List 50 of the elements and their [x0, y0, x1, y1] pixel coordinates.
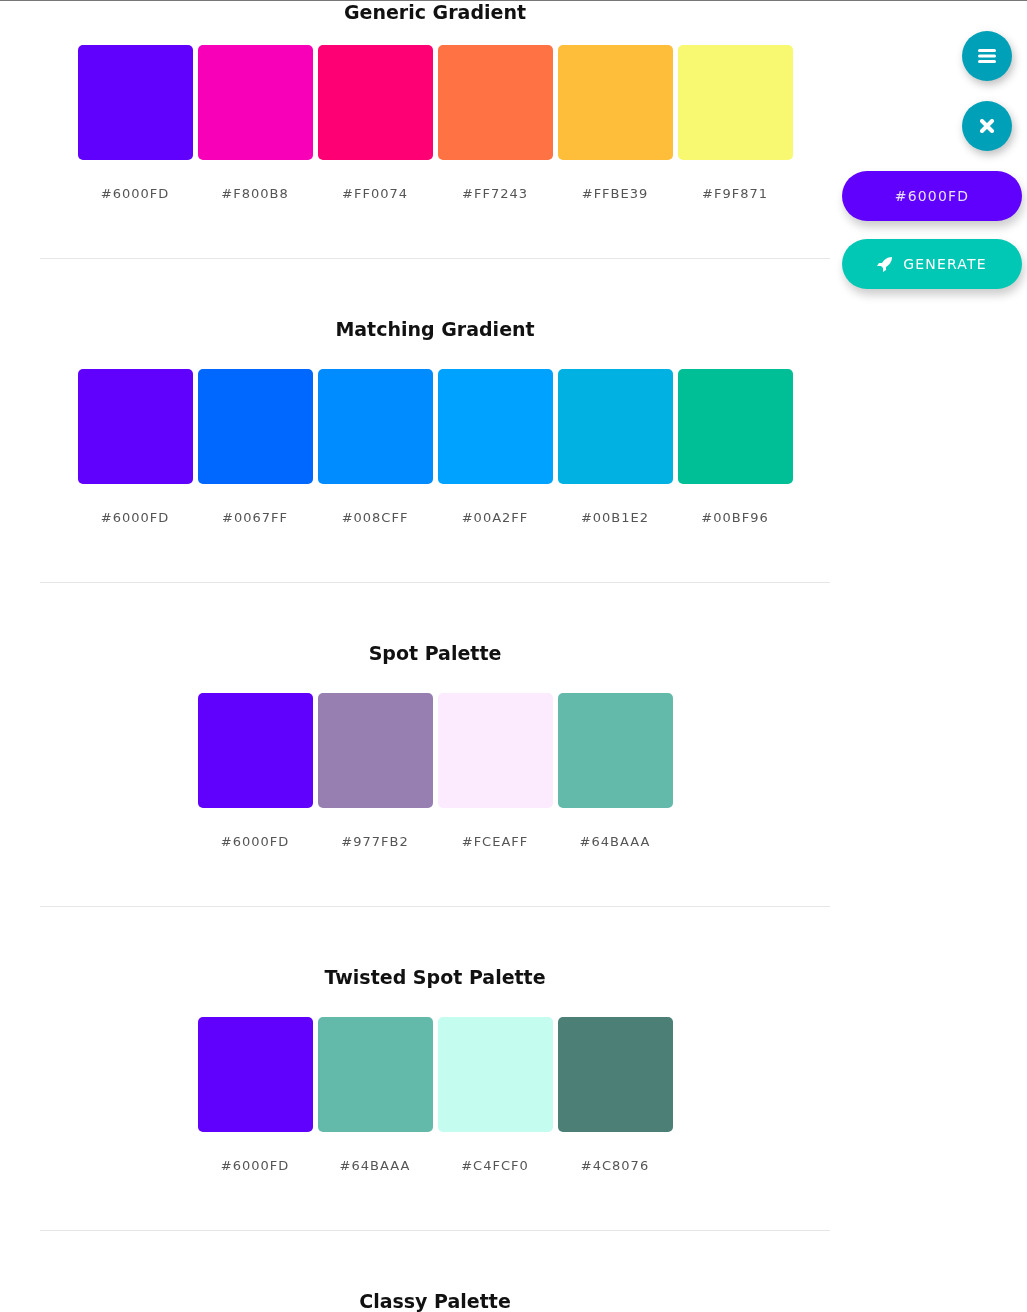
color-code: #FF0074 [342, 186, 408, 202]
color-code: #00BF96 [701, 510, 769, 526]
color-code: #64BAAA [579, 834, 651, 850]
section-title: Matching Gradient [335, 317, 535, 341]
rocket-icon [877, 256, 894, 272]
color-code: #FF7243 [462, 186, 528, 202]
color-code: #6000FD [100, 510, 170, 526]
color-code: #6000FD [220, 834, 290, 850]
color-swatch[interactable] [317, 45, 433, 160]
color-code: #FFBE39 [581, 186, 649, 202]
color-swatch[interactable] [557, 693, 673, 808]
color-swatch[interactable] [557, 45, 673, 160]
close-button[interactable] [962, 101, 1012, 151]
color-swatch[interactable] [197, 45, 313, 160]
color-code: #6000FD [220, 1158, 290, 1174]
color-swatch[interactable] [557, 1017, 673, 1132]
color-code: #977FB2 [341, 834, 409, 850]
color-code: #00A2FF [461, 510, 529, 526]
close-icon [980, 119, 994, 133]
section-title: Generic Gradient [343, 0, 527, 24]
color-code: #64BAAA [339, 1158, 411, 1174]
color-swatch[interactable] [677, 369, 793, 484]
color-swatch[interactable] [437, 45, 553, 160]
color-swatch[interactable] [317, 1017, 433, 1132]
color-swatch[interactable] [77, 45, 193, 160]
color-code: #0067FF [222, 510, 288, 526]
color-code: #00B1E2 [580, 510, 650, 526]
color-swatch[interactable] [437, 369, 553, 484]
color-swatch[interactable] [77, 369, 193, 484]
color-swatch[interactable] [197, 1017, 313, 1132]
color-swatch[interactable] [197, 693, 313, 808]
color-swatch[interactable] [317, 693, 433, 808]
color-swatch[interactable] [677, 45, 793, 160]
color-swatch[interactable] [437, 1017, 553, 1132]
color-code: #4C8076 [580, 1158, 650, 1174]
color-code: #C4FCF0 [461, 1158, 529, 1174]
section-title: Twisted Spot Palette [324, 965, 546, 989]
color-swatch[interactable] [557, 369, 673, 484]
current-color-button[interactable]: #6000FD [842, 171, 1022, 221]
color-code: #F9F871 [702, 186, 768, 202]
color-code: #F800B8 [221, 186, 289, 202]
color-code: #FCEAFF [461, 834, 529, 850]
section-title: Spot Palette [368, 641, 502, 665]
color-swatch[interactable] [197, 369, 313, 484]
color-swatch[interactable] [317, 369, 433, 484]
color-code: #6000FD [100, 186, 170, 202]
menu-button[interactable] [962, 31, 1012, 81]
section-title: Classy Palette [359, 1289, 511, 1312]
menu-icon [978, 48, 996, 64]
color-code: #008CFF [341, 510, 409, 526]
